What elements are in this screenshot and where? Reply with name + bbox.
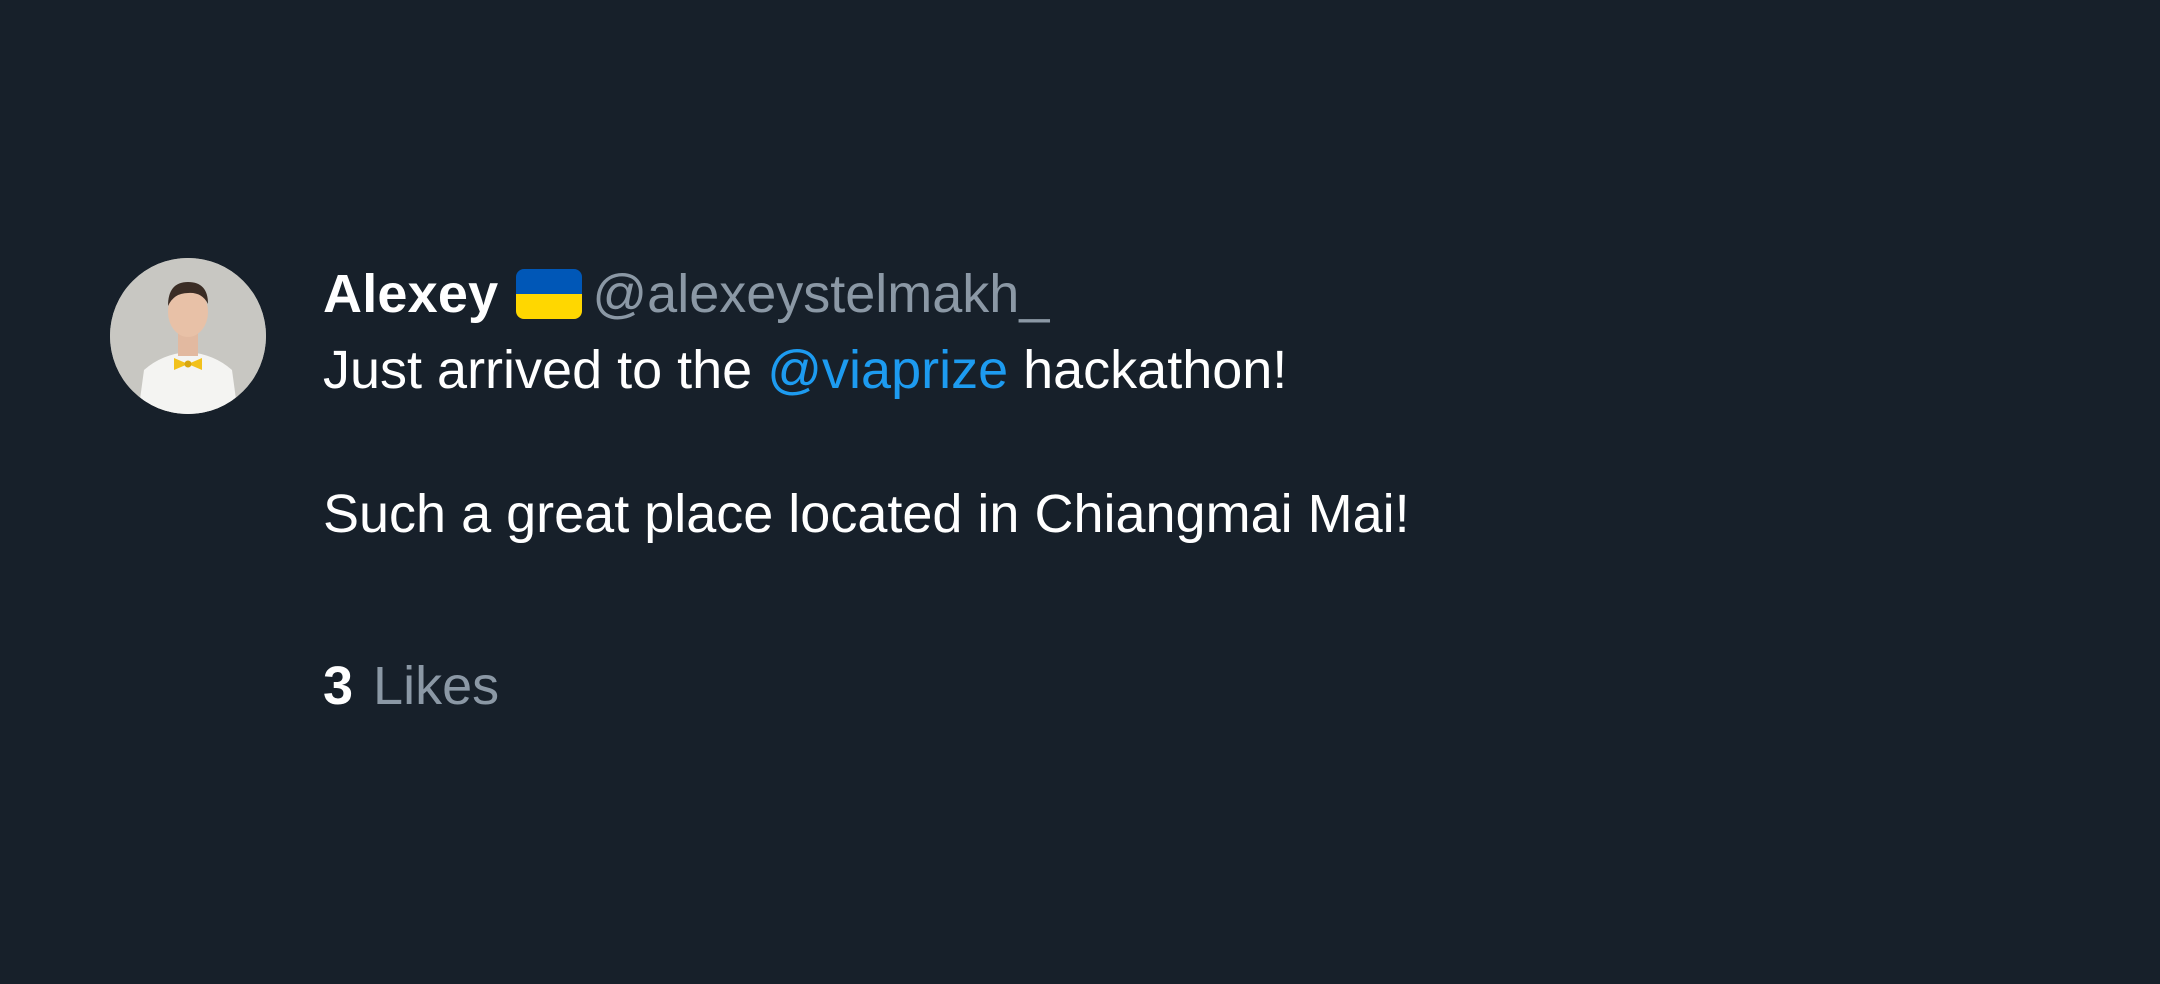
tweet-text-segment: hackathon! [1008,340,1288,400]
tweet-content: Alexey @alexeystelmakh_ Just arrived to … [323,258,1923,722]
tweet-line-1: Just arrived to the @viaprize hackathon! [323,334,1923,406]
likes-row[interactable]: 3 Likes [323,650,1923,722]
ukraine-flag-icon [516,269,583,319]
avatar-photo-icon [110,258,266,414]
tweet-line-2: Such a great place located in Chiangmai … [323,484,1410,544]
tweet-text: Just arrived to the @viaprize hackathon!… [323,334,1923,550]
likes-count: 3 [323,656,354,716]
avatar[interactable] [110,258,266,414]
author-name[interactable]: Alexey [323,263,498,325]
tweet-text-segment: Just arrived to the [323,340,768,400]
author-handle[interactable]: @alexeystelmakh_ [592,263,1049,325]
likes-label: Likes [373,656,500,716]
mention-link[interactable]: @viaprize [767,340,1008,400]
tweet-header: Alexey @alexeystelmakh_ [323,258,1923,330]
